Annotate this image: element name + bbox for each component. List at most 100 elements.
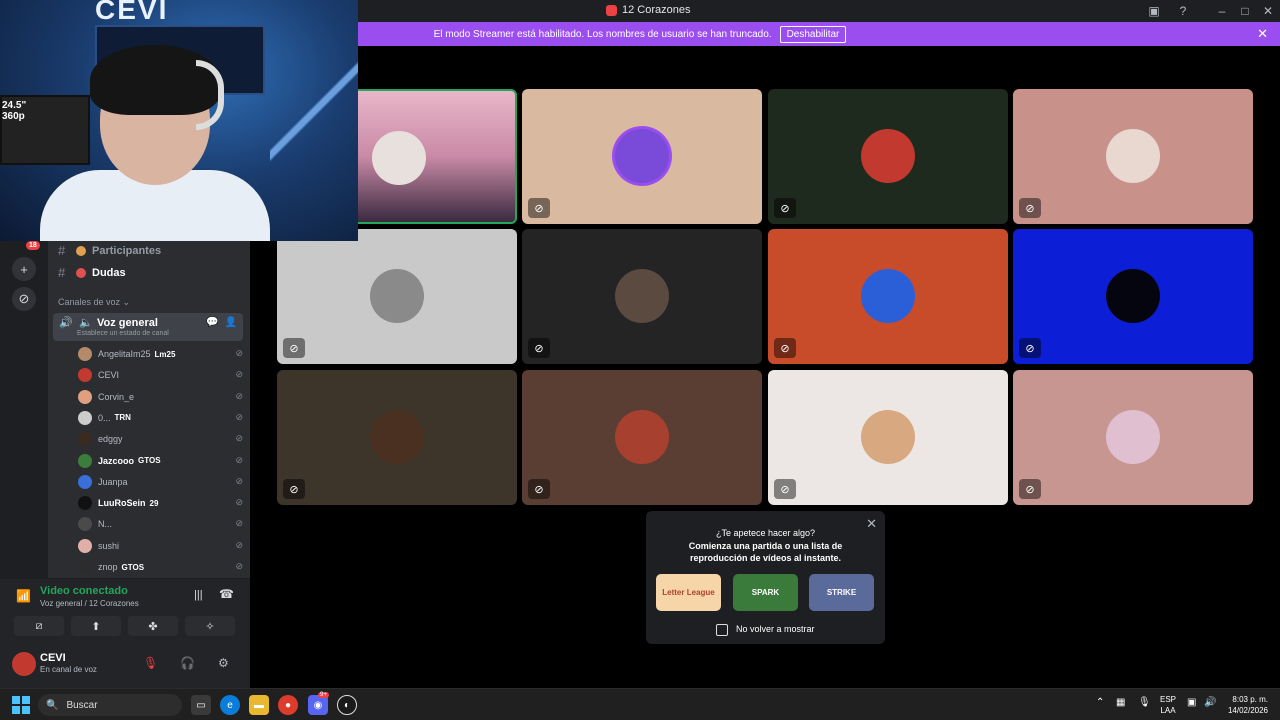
game-strike[interactable]: STRIKE [809, 574, 874, 611]
member-name: znop [98, 562, 118, 572]
headphones-icon[interactable]: 🎧 [180, 656, 195, 670]
share-screen-button[interactable]: ⬆ [71, 616, 121, 636]
avatar[interactable] [12, 652, 36, 676]
video-tile[interactable]: ⊘ [277, 370, 517, 505]
activities-button[interactable]: ✤ [128, 616, 178, 636]
avatar [78, 496, 92, 511]
voice-channel-general[interactable]: 🔊 🔈 Voz general Establece un estado de c… [53, 313, 243, 341]
avatar [861, 129, 915, 183]
network-icon[interactable]: ▣ [1187, 697, 1196, 708]
clock[interactable]: 8:03 p. m. 14/02/2026 [1228, 694, 1268, 716]
member-row[interactable]: N... ⊘ [78, 514, 243, 534]
mic-muted-icon: ⊘ [528, 198, 550, 218]
channel-participantes[interactable]: # Participantes [58, 243, 161, 258]
file-explorer-icon[interactable]: ▬ [249, 695, 269, 715]
chrome-icon[interactable]: ● [278, 695, 298, 715]
voice-connected-panel: 📶 Video conectado Voz general / 12 Coraz… [0, 578, 250, 640]
avatar [78, 517, 92, 532]
mic-muted-icon[interactable]: 🎙 [143, 656, 158, 670]
dont-show-checkbox[interactable] [716, 624, 728, 636]
minimize-button[interactable]: – [1211, 2, 1233, 20]
voice-status[interactable]: Video conectado [40, 585, 128, 597]
explore-icon[interactable]: ⊘ [12, 287, 36, 311]
video-tile[interactable]: ⊘ [522, 89, 762, 224]
channel-label: Participantes [92, 244, 162, 257]
activity-suggestion-popup: ✕ ¿Te apetece hacer algo? Comienza una p… [646, 511, 885, 644]
mic-muted-icon: ⊘ [774, 198, 796, 218]
game-label: SPARK [751, 588, 780, 597]
taskbar-search[interactable]: 🔍 Buscar [38, 694, 182, 716]
member-row[interactable]: znop GTOS ⊘ [78, 557, 243, 577]
video-tile[interactable]: ⊘ [1013, 89, 1253, 224]
video-tile[interactable]: ⊘ [1013, 229, 1253, 364]
edge-icon[interactable]: e [220, 695, 240, 715]
mic-muted-icon: ⊘ [235, 497, 243, 508]
close-icon[interactable]: ✕ [1257, 26, 1268, 42]
category-label: Canales de voz [58, 297, 121, 307]
emoji-icon [76, 245, 86, 256]
dont-show-label[interactable]: No volver a mostrar [736, 624, 815, 634]
member-row[interactable]: sushi ⊘ [78, 536, 243, 556]
video-tile[interactable]: ⊘ [768, 370, 1008, 505]
start-button[interactable] [12, 696, 30, 714]
member-row[interactable]: Juanpa ⊘ [78, 472, 243, 492]
game-letter-league[interactable]: Letter League [656, 574, 721, 611]
disable-streamer-button[interactable]: Deshabilitar [779, 25, 847, 43]
settings-gear-icon[interactable]: ⚙ [218, 656, 229, 670]
task-view-icon[interactable]: ▭ [191, 695, 211, 715]
disconnect-icon[interactable]: ☎ [219, 587, 234, 601]
soundboard-button[interactable]: ✧ [185, 616, 235, 636]
voice-location[interactable]: Voz general / 12 Corazones [40, 599, 139, 608]
voice-category[interactable]: Canales de voz ⌄ [58, 297, 130, 308]
avatar [78, 389, 92, 404]
member-row[interactable]: Jazcooo GTOS ⊘ [78, 451, 243, 471]
game-spark[interactable]: SPARK [733, 574, 798, 611]
help-icon[interactable]: ? [1172, 2, 1194, 20]
channel-dudas[interactable]: # Dudas [58, 265, 126, 280]
channel-status-placeholder[interactable]: Establece un estado de canal [77, 330, 169, 337]
noise-suppression-icon[interactable]: ||| [194, 589, 203, 601]
maximize-button[interactable]: □ [1234, 2, 1256, 20]
member-row[interactable]: CEVI ⊘ [78, 365, 243, 385]
volume-icon[interactable]: 🔊 [1204, 697, 1216, 708]
search-icon: 🔍 [46, 699, 59, 711]
member-row[interactable]: 0... TRN ⊘ [78, 408, 243, 428]
chevron-up-icon[interactable]: ⌃ [1096, 697, 1104, 708]
member-row[interactable]: Corvin_e ⊘ [78, 387, 243, 407]
tray-app-icon[interactable]: ▦ [1116, 697, 1125, 708]
video-tile[interactable]: ⊘ [768, 229, 1008, 364]
discord-badge: 9+ [318, 692, 329, 698]
clock-date: 14/02/2026 [1227, 706, 1268, 715]
member-row[interactable]: edggy ⊘ [78, 429, 243, 449]
video-tile[interactable]: ⊘ [1013, 370, 1253, 505]
member-row[interactable]: AngelitaIm25 Lm25 ⊘ [78, 344, 243, 364]
microphone-icon[interactable]: 🎙 [1138, 697, 1151, 708]
language-indicator[interactable]: ESP LAA [1160, 694, 1176, 716]
clock-time: 8:03 p. m. [1232, 695, 1268, 704]
member-name: LuuRoSein [98, 498, 146, 509]
server-icon [606, 4, 617, 16]
avatar [78, 347, 92, 361]
close-window-button[interactable]: ✕ [1257, 2, 1279, 20]
add-server-icon[interactable]: + [12, 257, 36, 281]
user-panel: CEVI En canal de voz 🎙 🎧 ⚙ [0, 640, 250, 688]
channel-label: Dudas [92, 266, 126, 279]
video-tile[interactable]: ⊘ [522, 229, 762, 364]
mic-muted-icon: ⊘ [235, 454, 243, 465]
camera-off-button[interactable]: ⧄ [14, 616, 64, 636]
emoji-icon [76, 267, 86, 278]
avatar [78, 432, 92, 447]
screen-share-icon[interactable]: ▣ [1143, 2, 1165, 20]
invite-icon[interactable]: 👤 [225, 317, 237, 328]
video-tile[interactable]: ⊘ [522, 370, 762, 505]
avatar [78, 560, 92, 574]
avatar [1106, 269, 1160, 323]
chat-icon[interactable]: 💬 [206, 317, 218, 328]
video-tile[interactable]: ⊘ [768, 89, 1008, 224]
discord-icon[interactable]: ◉ [308, 695, 328, 715]
mic-muted-icon: ⊘ [235, 390, 243, 401]
obs-icon[interactable]: ◐ [337, 695, 357, 715]
video-tile[interactable]: ⊘ [277, 229, 517, 364]
member-row[interactable]: LuuRoSein 29 ⊘ [78, 493, 243, 513]
user-name[interactable]: CEVI [40, 652, 66, 664]
